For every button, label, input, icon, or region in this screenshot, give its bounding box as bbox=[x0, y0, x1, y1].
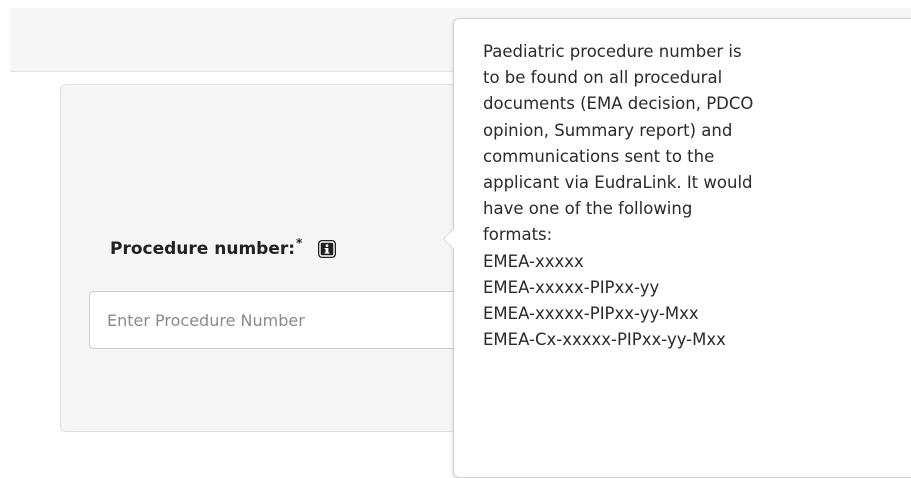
tooltip-line: EMEA-Cx-xxxxx-PIPxx-yy-Mxx bbox=[483, 330, 726, 350]
tooltip-arrow-inner bbox=[444, 229, 454, 249]
tooltip-line: EMEA-xxxxx bbox=[483, 251, 584, 271]
procedure-number-input[interactable] bbox=[89, 291, 469, 349]
tooltip-line: communications sent to the bbox=[483, 146, 715, 166]
procedure-number-label-row: Procedure number: * bbox=[110, 236, 337, 259]
tooltip-line: opinion, Summary report) and bbox=[483, 120, 733, 140]
tooltip-line: documents (EMA decision, PDCO bbox=[483, 94, 754, 114]
tooltip-line: EMEA-xxxxx-PIPxx-yy bbox=[483, 277, 660, 297]
info-icon-graphic bbox=[318, 240, 337, 258]
tooltip-line: EMEA-xxxxx-PIPxx-yy-Mxx bbox=[483, 304, 699, 324]
procedure-number-label: Procedure number: bbox=[110, 239, 296, 259]
tooltip-line: applicant via EudraLink. It would bbox=[483, 173, 753, 193]
tooltip-line: Paediatric procedure number is bbox=[483, 42, 742, 61]
procedure-number-tooltip: Paediatric procedure number is to be fou… bbox=[443, 18, 911, 478]
tooltip-line: have one of the following bbox=[483, 199, 693, 219]
info-icon[interactable] bbox=[317, 239, 337, 259]
tooltip-line: to be found on all procedural bbox=[483, 68, 723, 88]
tooltip-line: formats: bbox=[483, 225, 553, 245]
required-asterisk: * bbox=[296, 236, 303, 250]
